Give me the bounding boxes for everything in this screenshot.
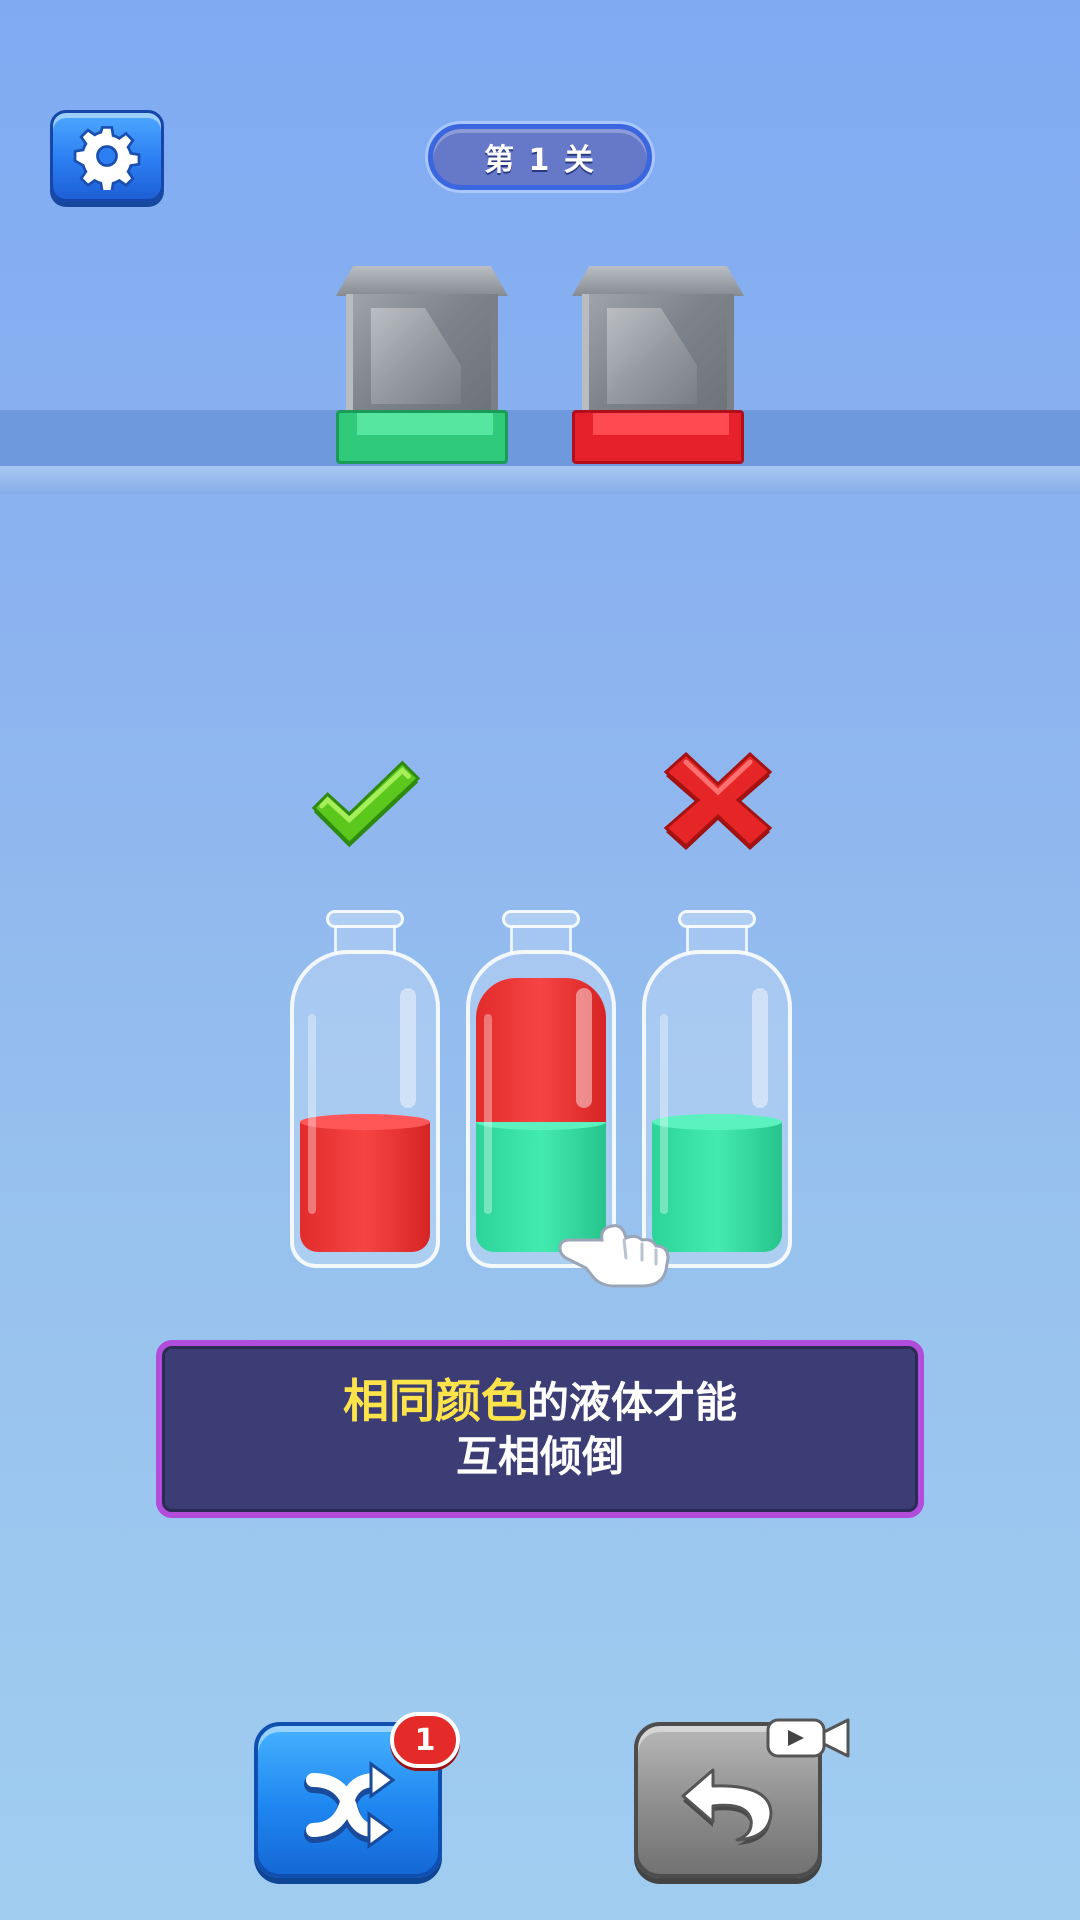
shelf-edge bbox=[0, 466, 1080, 494]
settings-button[interactable] bbox=[50, 110, 164, 202]
checkmark-icon bbox=[311, 760, 421, 848]
green-box bbox=[336, 266, 508, 464]
shelf bbox=[0, 410, 1080, 468]
level-indicator: 第 1 关 bbox=[428, 124, 652, 190]
undo-icon bbox=[681, 1768, 773, 1845]
hint-line-2: 互相倾倒 bbox=[455, 1432, 624, 1481]
pointing-hand-icon bbox=[558, 1224, 670, 1288]
video-camera-icon bbox=[766, 1718, 850, 1758]
hint-panel: 相同颜色的液体才能 互相倾倒 bbox=[156, 1340, 924, 1518]
shuffle-icon bbox=[304, 1761, 396, 1849]
bottle-1[interactable] bbox=[290, 910, 440, 1280]
shuffle-count-badge: 1 bbox=[390, 1712, 460, 1768]
cross-icon bbox=[663, 751, 773, 850]
hint-text: 的液体才能 bbox=[526, 1378, 737, 1427]
red-box bbox=[572, 266, 744, 464]
hint-highlight: 相同颜色 bbox=[342, 1374, 527, 1428]
liquid-layer-red bbox=[300, 1114, 430, 1252]
hint-line-1: 相同颜色的液体才能 bbox=[343, 1374, 737, 1430]
gear-icon bbox=[73, 126, 141, 190]
